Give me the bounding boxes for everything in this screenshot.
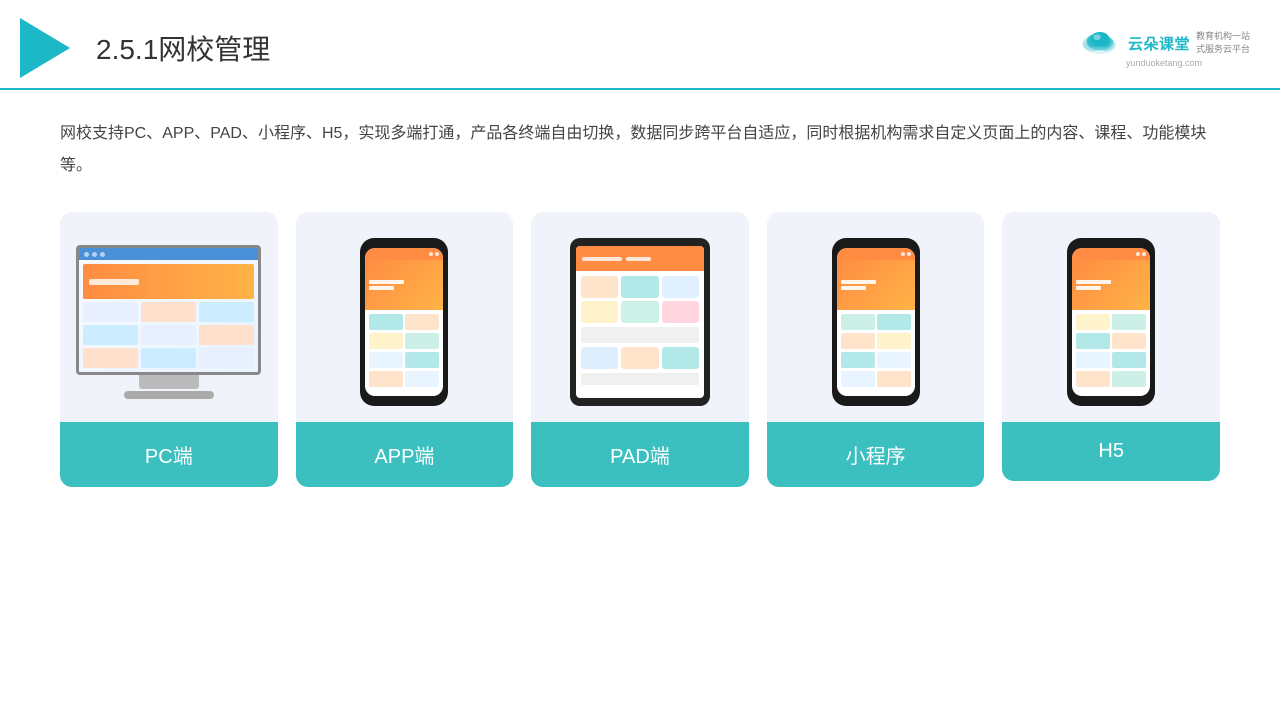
card-miniprogram-image [767, 212, 985, 422]
card-pad: PAD端 [531, 212, 749, 487]
brand-desc-line2: 式服务云平台 [1196, 43, 1250, 57]
card-app-label: APP端 [296, 422, 514, 487]
card-h5-image [1002, 212, 1220, 422]
app-phone-mockup [360, 238, 448, 406]
mini-phone-mockup [832, 238, 920, 406]
brand-desc-line1: 教育机构一站 [1196, 30, 1250, 44]
title-prefix: 2.5.1 [96, 34, 158, 65]
pc-screen [76, 245, 261, 375]
h5-phone-body [1067, 238, 1155, 406]
brand-row: 云朵课堂 教育机构一站 式服务云平台 [1078, 28, 1250, 58]
card-miniprogram: 小程序 [767, 212, 985, 487]
brand-url: yunduoketang.com [1126, 58, 1202, 68]
description-text: 网校支持PC、APP、PAD、小程序、H5，实现多端打通，产品各终端自由切换，数… [60, 118, 1220, 182]
title-main: 网校管理 [158, 34, 270, 65]
card-pad-image [531, 212, 749, 422]
logo-triangle-icon [20, 18, 70, 78]
card-miniprogram-label: 小程序 [767, 422, 985, 487]
tablet-mockup [570, 238, 710, 406]
h5-phone-screen [1072, 248, 1150, 396]
mini-phone-body [832, 238, 920, 406]
pc-mockup [75, 245, 263, 399]
description-body: 网校支持PC、APP、PAD、小程序、H5，实现多端打通，产品各终端自由切换，数… [60, 125, 1206, 174]
h5-phone-mockup [1067, 238, 1155, 406]
brand-name: 云朵课堂 [1128, 33, 1190, 54]
cloud-icon [1078, 28, 1122, 58]
cards-container: PC端 [60, 212, 1220, 487]
card-h5: H5 [1002, 212, 1220, 481]
card-pad-label: PAD端 [531, 422, 749, 487]
card-h5-label: H5 [1002, 422, 1220, 481]
app-phone-body [360, 238, 448, 406]
header: 2.5.1网校管理 云朵课堂 教育机构一站 式服务云平台 yunduoke [0, 0, 1280, 90]
page-title: 2.5.1网校管理 [96, 28, 270, 68]
header-left: 2.5.1网校管理 [20, 18, 270, 78]
card-app-image [296, 212, 514, 422]
card-pc-label: PC端 [60, 422, 278, 487]
tablet-screen [576, 246, 704, 398]
brand-logo: 云朵课堂 教育机构一站 式服务云平台 yunduoketang.com [1078, 28, 1250, 68]
card-pc-image [60, 212, 278, 422]
card-pc: PC端 [60, 212, 278, 487]
brand-description: 教育机构一站 式服务云平台 [1196, 30, 1250, 57]
main-content: 网校支持PC、APP、PAD、小程序、H5，实现多端打通，产品各终端自由切换，数… [0, 90, 1280, 507]
mini-phone-screen [837, 248, 915, 396]
app-phone-screen [365, 248, 443, 396]
tablet-body [570, 238, 710, 406]
card-app: APP端 [296, 212, 514, 487]
